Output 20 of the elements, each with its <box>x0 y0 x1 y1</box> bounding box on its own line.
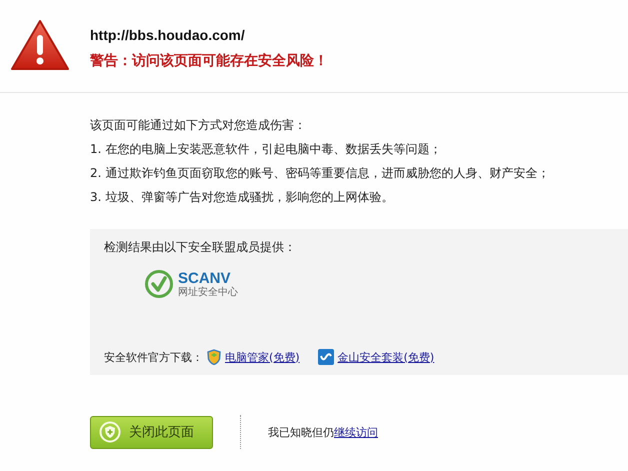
shield-plus-icon <box>99 421 121 443</box>
risk-item: 1. 在您的电脑上安装恶意软件，引起电脑中毒、数据丢失等问题； <box>90 141 442 158</box>
check-circle-icon <box>144 269 174 299</box>
app-icon <box>318 349 334 365</box>
logo-name: SCANV <box>178 270 232 286</box>
download-link[interactable]: 金山安全套装(免费) <box>338 350 434 364</box>
continue-text: 我已知晓但仍 <box>268 426 334 438</box>
shield-icon <box>207 349 221 365</box>
risk-item: 3. 垃圾、弹窗等广告对您造成骚扰，影响您的上网体验。 <box>90 189 394 206</box>
close-page-button[interactable]: 关闭此页面 <box>90 416 213 448</box>
risk-intro: 该页面可能通过如下方式对您造成伤害： <box>90 117 307 134</box>
download-label: 安全软件官方下载： <box>104 350 203 364</box>
page-url: http://bbs.houdao.com/ <box>90 26 246 42</box>
risk-item: 2. 通过欺诈钓鱼页面窃取您的账号、密码等重要信息，进而威胁您的人身、财产安全； <box>90 165 550 182</box>
download-link[interactable]: 电脑管家(免费) <box>225 350 300 364</box>
warning-icon <box>10 19 70 71</box>
warning-title: 警告：访问该页面可能存在安全风险！ <box>90 52 328 70</box>
continue-link[interactable]: 继续访问 <box>334 426 378 438</box>
logo-subtitle: 网址安全中心 <box>178 288 238 298</box>
provider-caption: 检测结果由以下安全联盟成员提供： <box>104 239 297 256</box>
